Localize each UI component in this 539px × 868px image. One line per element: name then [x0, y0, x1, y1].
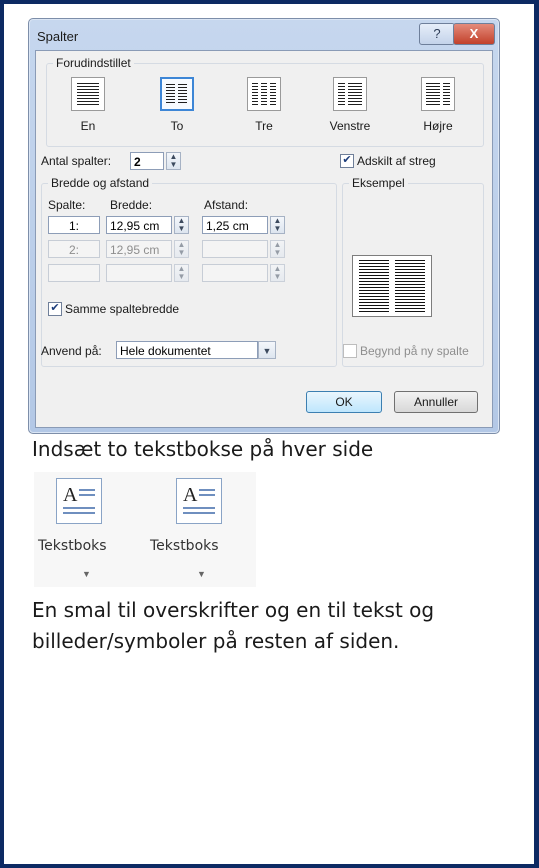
anvend-dropdown-arrow-icon[interactable]: ▼	[258, 341, 276, 359]
cancel-button[interactable]: Annuller	[394, 391, 478, 413]
preset-en[interactable]: En	[60, 77, 116, 133]
adskilt-label: Adskilt af streg	[357, 154, 436, 168]
row1-bredde-spinner[interactable]: ▲ ▼	[174, 216, 189, 234]
preset-tre[interactable]: Tre	[236, 77, 292, 133]
preset-venstre-icon	[333, 77, 367, 111]
help-button[interactable]: ?	[419, 23, 455, 45]
col-header-bredde: Bredde:	[110, 198, 153, 212]
preset-to-icon	[160, 77, 194, 111]
preset-tre-label: Tre	[255, 119, 273, 133]
columns-dialog: Spalter ? X Forudindstillet En To Tre Ve…	[28, 18, 500, 434]
row3-afstand-spinner[interactable]: ▲ ▼	[270, 264, 285, 282]
textbox-label-1[interactable]: Tekstboks	[38, 538, 107, 554]
dialog-client: Forudindstillet En To Tre Venstre Højre …	[35, 50, 493, 428]
preset-to-label: To	[170, 119, 184, 133]
preset-to[interactable]: To	[149, 77, 205, 133]
preset-en-label: En	[80, 119, 96, 133]
row2-afstand-input[interactable]	[202, 240, 268, 258]
samme-checkbox[interactable]: ✔	[48, 302, 62, 316]
eksempel-group-label: Eksempel	[349, 176, 408, 190]
svg-text:A: A	[63, 484, 78, 506]
antal-label: Antal spalter:	[41, 154, 112, 168]
row1-afstand-input[interactable]: 1,25 cm	[202, 216, 268, 234]
row3-bredde-spinner[interactable]: ▲ ▼	[174, 264, 189, 282]
preset-venstre[interactable]: Venstre	[322, 77, 378, 133]
antal-input[interactable]: 2	[130, 152, 164, 170]
antal-spinner[interactable]: ▲ ▼	[166, 152, 181, 170]
samme-label: Samme spaltebredde	[65, 302, 180, 316]
description-paragraph: En smal til overskrifter og en til tekst…	[32, 598, 435, 653]
begynd-label: Begynd på ny spalte	[360, 344, 469, 358]
row1-number: 1:	[48, 216, 100, 234]
bredde-group-label: Bredde og afstand	[48, 176, 153, 190]
row2-number: 2:	[48, 240, 100, 258]
textbox-dropdown-icon-1[interactable]: ▼	[82, 569, 91, 579]
col-header-spalte: Spalte:	[48, 198, 86, 212]
svg-text:A: A	[183, 484, 198, 506]
textbox-icon-1[interactable]: A	[56, 478, 102, 524]
col-header-afstand: Afstand:	[204, 198, 249, 212]
preset-hojre-icon	[421, 77, 455, 111]
preset-tre-icon	[247, 77, 281, 111]
row3-afstand-input[interactable]	[202, 264, 268, 282]
textbox-icon-2[interactable]: A	[176, 478, 222, 524]
preset-hojre-label: Højre	[423, 119, 453, 133]
begynd-checkbox[interactable]	[343, 344, 357, 358]
anvend-label: Anvend på:	[41, 344, 102, 358]
row1-bredde-input[interactable]: 12,95 cm	[106, 216, 172, 234]
anvend-select[interactable]: Hele dokumentet	[116, 341, 258, 359]
preset-hojre[interactable]: Højre	[410, 77, 466, 133]
adskilt-checkbox[interactable]: ✔	[340, 154, 354, 168]
row3-bredde-input[interactable]	[106, 264, 172, 282]
column-preview	[352, 255, 432, 317]
preview-column-right	[395, 260, 425, 312]
preview-column-left	[359, 260, 389, 312]
presets-group-label: Forudindstillet	[53, 56, 134, 70]
row1-afstand-spinner[interactable]: ▲ ▼	[270, 216, 285, 234]
textbox-dropdown-icon-2[interactable]: ▼	[197, 569, 206, 579]
close-button[interactable]: X	[453, 23, 495, 45]
preset-en-icon	[71, 77, 105, 111]
row2-bredde-spinner[interactable]: ▲ ▼	[174, 240, 189, 258]
ok-button[interactable]: OK	[306, 391, 382, 413]
row2-bredde-input[interactable]: 12,95 cm	[106, 240, 172, 258]
row2-afstand-spinner[interactable]: ▲ ▼	[270, 240, 285, 258]
instruction-line: Indsæt to tekstbokse på hver side	[32, 437, 374, 461]
row3-number	[48, 264, 100, 282]
dialog-title: Spalter	[37, 29, 79, 44]
textbox-label-2[interactable]: Tekstboks	[150, 538, 219, 554]
preset-venstre-label: Venstre	[329, 119, 371, 133]
